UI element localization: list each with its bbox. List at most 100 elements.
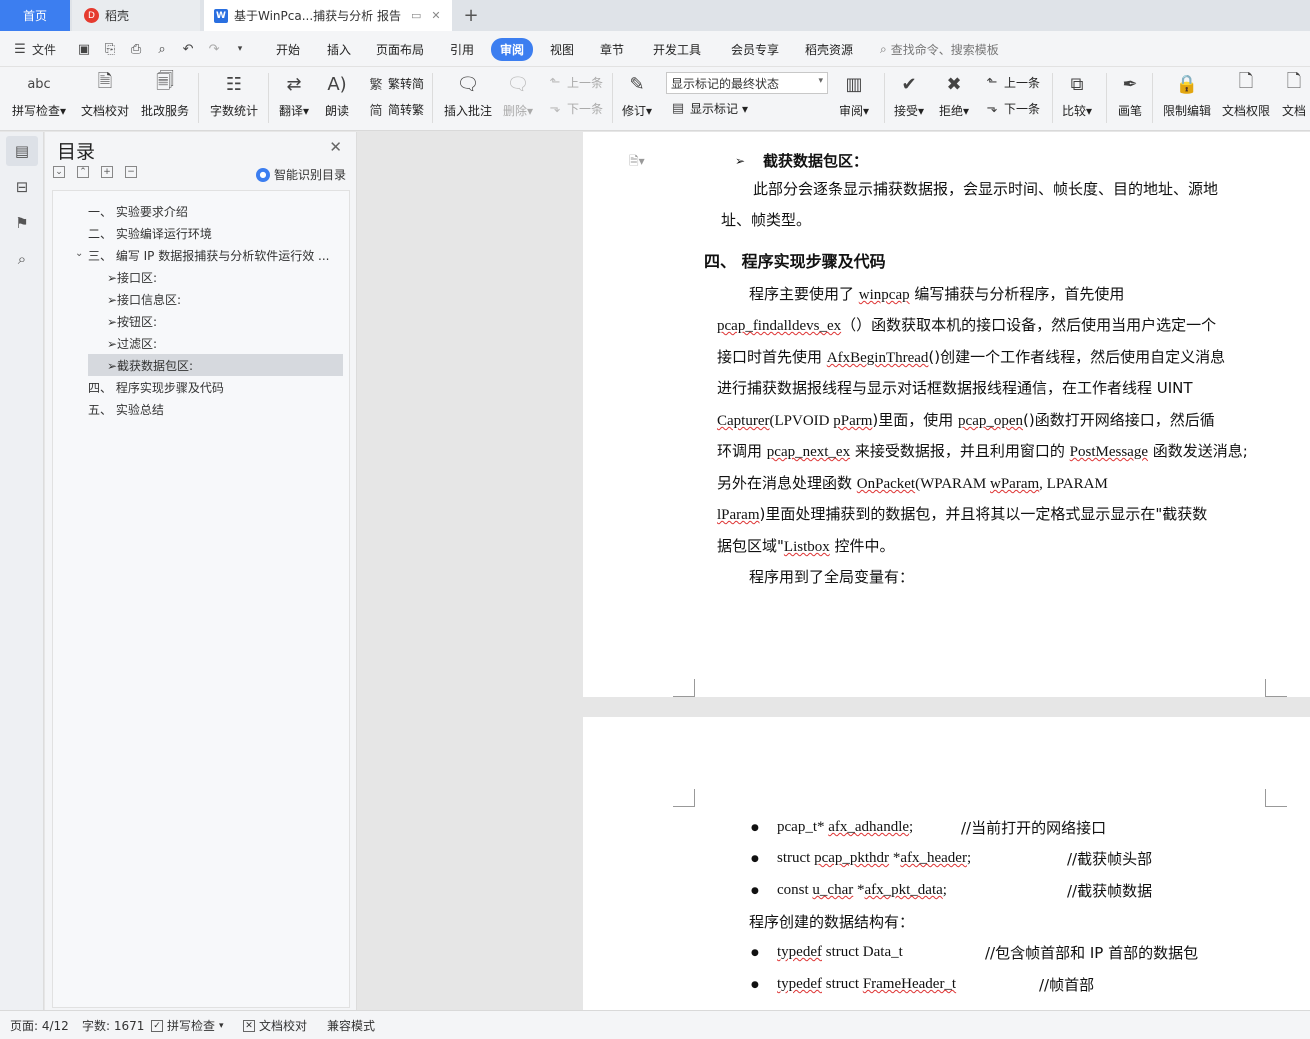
prev-comment-icon: ⬑ <box>549 75 561 90</box>
bookmark-icon[interactable]: ⚑ <box>6 208 38 238</box>
toc-item[interactable]: ➢过滤区: <box>107 332 343 354</box>
toc-item[interactable]: 四、 程序实现步骤及代码 <box>88 376 343 398</box>
show-markup-button[interactable]: ▤ 显示标记 ▾ <box>670 100 748 117</box>
expand-up-icon[interactable]: ⌃ <box>77 166 89 178</box>
page[interactable]: ● pcap_t* afx_adhandle; //当前打开的网络接口 ● st… <box>583 717 1310 1010</box>
insert-comment-button[interactable]: 🗨 插入批注 <box>444 71 492 119</box>
doc-paragraph-line: 接口时首先使用 AfxBeginThread()创建一个工作者线程，然后使用自定… <box>717 348 1226 366</box>
read-aloud-icon: A) <box>327 73 347 95</box>
crop-mark <box>1265 679 1287 697</box>
pen-button[interactable]: ✒ 画笔 <box>1117 71 1143 119</box>
command-search[interactable]: ⌕ 查找命令、搜索模板 <box>880 31 999 67</box>
word-count-indicator[interactable]: 字数: 1671 <box>82 1011 144 1039</box>
chevron-down-icon: ▾ <box>818 76 823 86</box>
export-icon[interactable]: ⎘ <box>102 41 118 57</box>
tab-screen-icon[interactable]: ▭ <box>411 9 421 22</box>
toc-item[interactable]: ➢接口信息区: <box>107 288 343 310</box>
toc-item[interactable]: 三、 编写 IP 数据报捕获与分析软件运行效 ... <box>88 244 343 266</box>
word-count-button[interactable]: ☷ 字数统计 <box>210 71 258 119</box>
save-icon[interactable]: ▣ <box>76 41 92 57</box>
quick-access-dropdown-icon[interactable]: ▾ <box>232 41 248 57</box>
t2s-button[interactable]: 繁繁转简 <box>368 74 424 93</box>
new-tab-button[interactable]: + <box>458 0 484 31</box>
status-bar: 页面: 4/12 字数: 1671 ✓ 拼写检查 ▾ ✕ 文档校对 兼容模式 <box>0 1010 1310 1039</box>
doc-proof-toggle[interactable]: ✕ 文档校对 <box>243 1011 307 1039</box>
accept-button[interactable]: ✔ 接受▾ <box>894 71 924 119</box>
delete-comment-button[interactable]: 🗨 删除▾ <box>503 71 533 119</box>
smart-toc-button[interactable]: ● 智能识别目录 <box>255 166 346 183</box>
menu-developer[interactable]: 开发工具 <box>653 31 701 67</box>
arrow-bullet-icon: ➢ <box>735 154 746 168</box>
toc-item[interactable]: 二、 实验编译运行环境 <box>88 222 343 244</box>
doc-more-icon: 🗋 <box>1286 71 1302 92</box>
menu-review[interactable]: 审阅 <box>491 31 534 67</box>
chevron-down-icon[interactable]: ⌄ <box>75 248 83 259</box>
bullet-dot-icon: ● <box>751 948 759 958</box>
s2t-button[interactable]: 简简转繁 <box>368 100 424 119</box>
menu-start[interactable]: 开始 <box>276 31 300 67</box>
menu-page-layout[interactable]: 页面布局 <box>376 31 424 67</box>
doc-paragraph-line: 此部分会逐条显示捕获数据报，会显示时间、帧长度、目的地址、源地 <box>753 180 1219 198</box>
hamburger-menu-icon[interactable]: ☰ <box>12 41 28 57</box>
reject-button[interactable]: ✖ 拒绝▾ <box>939 71 969 119</box>
compare-button[interactable]: ⧉ 比较▾ <box>1062 71 1092 119</box>
page[interactable]: 🗎▾ ➢ 截获数据包区： 此部分会逐条显示捕获数据报，会显示时间、帧长度、目的地… <box>583 132 1310 697</box>
translate-button[interactable]: ⇄ 翻译▾ <box>279 71 309 119</box>
menu-view[interactable]: 视图 <box>550 31 574 67</box>
doc-paragraph-line: Capturer(LPVOID pParm)里面，使用 pcap_open()函… <box>717 411 1215 429</box>
bullet-dot-icon: ● <box>751 886 759 896</box>
doc-proof-button[interactable]: 🗎 文档校对 <box>81 71 129 119</box>
menu-chapter[interactable]: 章节 <box>600 31 624 67</box>
batch-revise-button[interactable]: 🗐 批改服务 <box>141 71 189 119</box>
doc-proof-small-icon: ✕ <box>243 1019 255 1032</box>
toc-item-selected[interactable]: ➢截获数据包区: <box>88 354 343 376</box>
chapter-nav-icon[interactable]: ⊟ <box>6 172 38 202</box>
title-bar: 首页 D 稻壳 W 基于WinPca...捕获与分析 报告 ▭ ✕ + <box>0 0 1310 31</box>
toc-item[interactable]: 五、 实验总结 <box>88 398 343 420</box>
spell-check-button[interactable]: abc 拼写检查▾ <box>12 71 66 119</box>
tab-document[interactable]: W 基于WinPca...捕获与分析 报告 ▭ ✕ <box>204 0 452 31</box>
tab-close-icon[interactable]: ✕ <box>431 9 440 22</box>
close-icon[interactable]: ✕ <box>329 138 342 156</box>
doc-rights-button[interactable]: 🗋 文档权限 <box>1222 71 1270 119</box>
doc-code-comment: //截获帧头部 <box>1067 850 1153 868</box>
prev-comment-button[interactable]: ⬑ 上一条 <box>547 74 603 91</box>
undo-icon[interactable]: ↶ <box>180 41 196 57</box>
restrict-edit-button[interactable]: 🔒 限制编辑 <box>1163 71 1211 119</box>
compat-mode-indicator: 兼容模式 <box>327 1019 376 1033</box>
menu-insert[interactable]: 插入 <box>327 31 351 67</box>
collapse-all-icon[interactable]: ⌄ <box>53 166 65 178</box>
remove-heading-icon[interactable]: − <box>125 166 137 178</box>
menu-references[interactable]: 引用 <box>450 31 474 67</box>
delete-comment-icon: 🗨 <box>506 73 530 95</box>
spell-check-icon: abc <box>27 76 51 92</box>
checkbox-checked-icon: ✓ <box>151 1019 163 1032</box>
comment-note-icon[interactable]: 🗎▾ <box>629 152 645 173</box>
spell-check-toggle[interactable]: ✓ 拼写检查 ▾ <box>151 1011 224 1039</box>
toc-item[interactable]: ➢按钮区: <box>107 310 343 332</box>
doc-list-item: typedef struct FrameHeader_t <box>777 976 957 992</box>
doc-more-button[interactable]: 🗋 文档 <box>1281 71 1307 119</box>
print-preview-icon[interactable]: ⌕ <box>154 41 170 57</box>
next-comment-button[interactable]: ⬎ 下一条 <box>547 100 603 117</box>
menu-membership[interactable]: 会员专享 <box>731 31 779 67</box>
search-icon[interactable]: ⌕ <box>6 244 38 274</box>
toc-item[interactable]: 一、 实验要求介绍 <box>88 200 343 222</box>
print-icon[interactable]: ⎙ <box>128 41 144 57</box>
next-change-button[interactable]: ⬎ 下一条 <box>984 100 1040 117</box>
read-aloud-button[interactable]: A) 朗读 <box>324 71 350 119</box>
tab-home[interactable]: 首页 <box>0 0 70 31</box>
tab-daoke[interactable]: D 稻壳 <box>72 0 200 31</box>
markup-state-select[interactable]: 显示标记的最终状态 ▾ <box>666 72 828 94</box>
document-canvas[interactable]: 🗎▾ ➢ 截获数据包区： 此部分会逐条显示捕获数据报，会显示时间、帧长度、目的地… <box>358 132 1310 1010</box>
toc-item[interactable]: ➢接口区: <box>107 266 343 288</box>
track-changes-button[interactable]: ✎ 修订▾ <box>622 71 652 119</box>
prev-change-button[interactable]: ⬑ 上一条 <box>984 74 1040 91</box>
review-pane-button[interactable]: ▥ 审阅▾ <box>839 71 869 119</box>
redo-icon[interactable]: ↷ <box>206 41 222 57</box>
file-menu[interactable]: 文件 <box>32 41 56 58</box>
add-heading-icon[interactable]: + <box>101 166 113 178</box>
page-indicator[interactable]: 页面: 4/12 <box>10 1011 69 1039</box>
menu-daoke-resources[interactable]: 稻壳资源 <box>805 31 853 67</box>
toc-panel-icon[interactable]: ▤ <box>6 136 38 166</box>
